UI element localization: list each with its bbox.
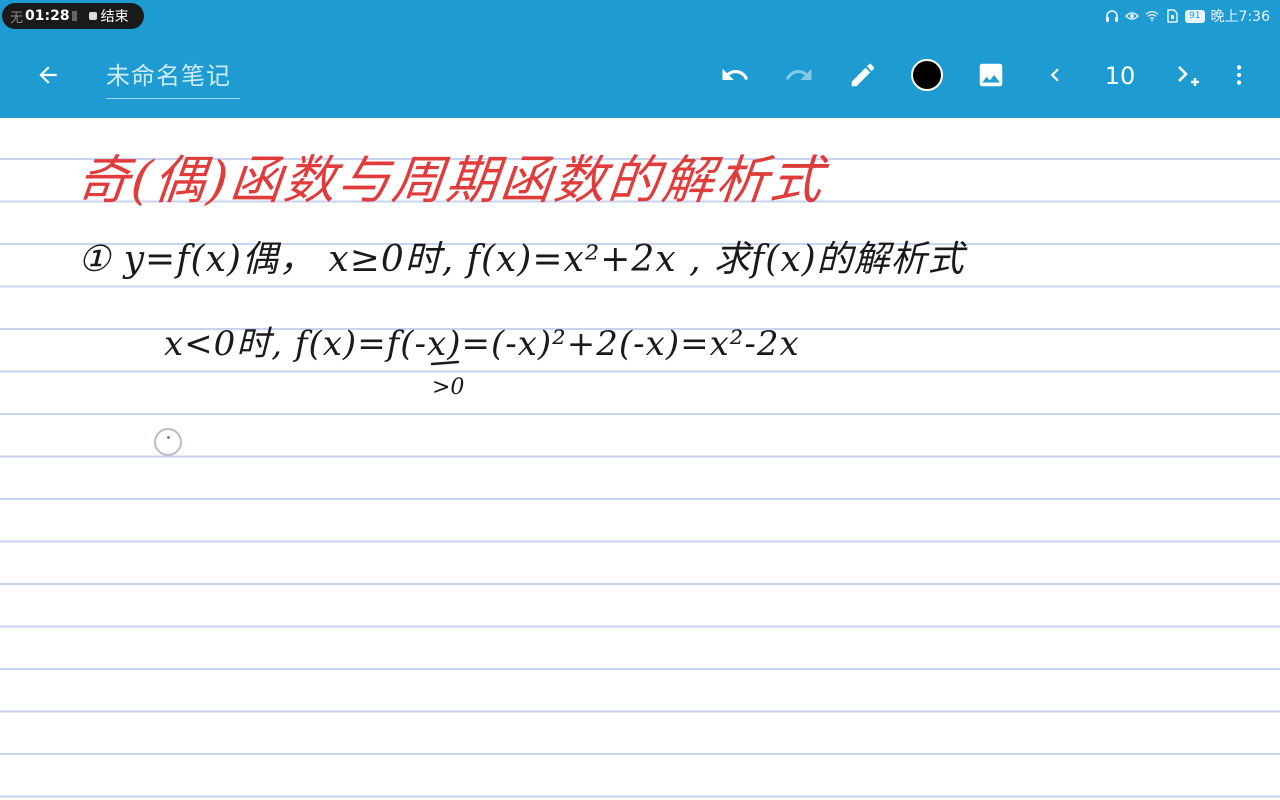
status-bar: 无 01:28 结束 91 晚上7:36 (0, 0, 1280, 32)
next-add-page-button[interactable] (1164, 52, 1210, 98)
back-arrow-icon (39, 66, 57, 84)
pen-tool-button[interactable] (840, 52, 886, 98)
chevron-left-icon (1050, 68, 1059, 82)
eraser-cursor (154, 428, 182, 456)
handwritten-annotation: >0 (432, 375, 464, 400)
screen-record-pill[interactable]: 无 01:28 结束 (2, 3, 144, 29)
battery-icon: 91 (1185, 9, 1205, 23)
end-record-label: 结束 (100, 9, 129, 25)
note-canvas[interactable]: 奇(偶)函数与周期函数的解析式 ① y=f(x)偶， x≥0时, f(x)=x²… (0, 118, 1280, 800)
pen-color-button[interactable] (904, 52, 950, 98)
pen-icon (851, 63, 875, 87)
page-number: 10 (1104, 62, 1136, 90)
note-toolbar: 未命名笔记 10 (0, 32, 1280, 118)
eye-comfort-icon (1125, 9, 1140, 23)
clock: 晚上7:36 (1210, 9, 1270, 25)
status-icons: 91 晚上7:36 (1105, 0, 1270, 32)
insert-image-button[interactable] (968, 52, 1014, 98)
wifi-icon (1145, 9, 1159, 23)
note-title-input[interactable]: 未命名笔记 (106, 58, 240, 99)
headphones-icon (1105, 9, 1119, 23)
carrier-prefix: 无 (10, 10, 24, 26)
record-indicator-icon (71, 11, 77, 21)
more-options-button[interactable] (1216, 52, 1262, 98)
stop-icon (88, 12, 97, 20)
more-vert-icon (1236, 65, 1242, 85)
record-time: 01:28 (25, 8, 70, 24)
color-swatch-icon (911, 59, 943, 91)
back-button[interactable] (25, 52, 71, 98)
redo-button[interactable] (776, 52, 822, 98)
redo-icon (785, 68, 812, 80)
image-icon (979, 63, 1003, 87)
ink-annotation: >0 (430, 360, 464, 400)
next-add-icon (1178, 66, 1199, 86)
undo-button[interactable] (712, 52, 758, 98)
previous-page-button[interactable] (1032, 52, 1078, 98)
sim-icon (1165, 9, 1179, 23)
undo-icon (722, 68, 749, 80)
